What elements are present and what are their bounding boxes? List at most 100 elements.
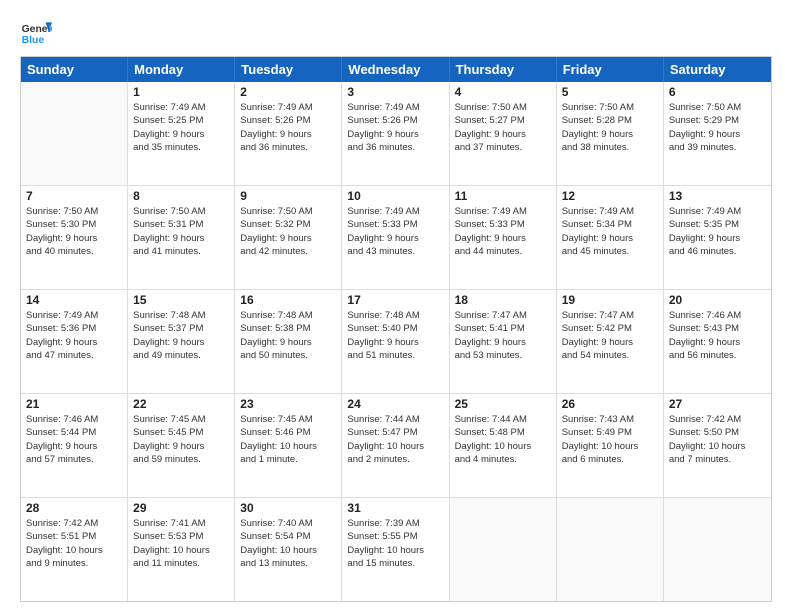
cell-info-line: Sunrise: 7:49 AM bbox=[240, 101, 336, 114]
cell-info-line: and 44 minutes. bbox=[455, 245, 551, 258]
cell-info-line: Sunset: 5:41 PM bbox=[455, 322, 551, 335]
day-number: 13 bbox=[669, 189, 766, 203]
day-cell-empty bbox=[664, 498, 771, 601]
calendar-week-1: 1Sunrise: 7:49 AMSunset: 5:25 PMDaylight… bbox=[21, 82, 771, 185]
cell-info-line: Sunrise: 7:43 AM bbox=[562, 413, 658, 426]
day-number: 26 bbox=[562, 397, 658, 411]
day-cell-4: 4Sunrise: 7:50 AMSunset: 5:27 PMDaylight… bbox=[450, 82, 557, 185]
day-number: 7 bbox=[26, 189, 122, 203]
cell-info-line: Daylight: 9 hours bbox=[347, 336, 443, 349]
cell-info-line: and 2 minutes. bbox=[347, 453, 443, 466]
cell-info-line: Sunset: 5:37 PM bbox=[133, 322, 229, 335]
cell-info-line: Sunrise: 7:45 AM bbox=[240, 413, 336, 426]
svg-text:Blue: Blue bbox=[22, 35, 45, 46]
cell-info-line: Daylight: 9 hours bbox=[26, 232, 122, 245]
day-number: 15 bbox=[133, 293, 229, 307]
day-header-sunday: Sunday bbox=[21, 57, 128, 82]
cell-info-line: Sunset: 5:32 PM bbox=[240, 218, 336, 231]
day-number: 27 bbox=[669, 397, 766, 411]
day-header-friday: Friday bbox=[557, 57, 664, 82]
cell-info-line: Sunrise: 7:50 AM bbox=[562, 101, 658, 114]
cell-info-line: Daylight: 10 hours bbox=[455, 440, 551, 453]
cell-info-line: Sunrise: 7:44 AM bbox=[455, 413, 551, 426]
cell-info-line: and 43 minutes. bbox=[347, 245, 443, 258]
cell-info-line: Sunrise: 7:47 AM bbox=[455, 309, 551, 322]
cell-info-line: Sunset: 5:51 PM bbox=[26, 530, 122, 543]
cell-info-line: Sunset: 5:28 PM bbox=[562, 114, 658, 127]
day-number: 3 bbox=[347, 85, 443, 99]
cell-info-line: Sunrise: 7:50 AM bbox=[133, 205, 229, 218]
day-number: 25 bbox=[455, 397, 551, 411]
cell-info-line: and 50 minutes. bbox=[240, 349, 336, 362]
cell-info-line: Daylight: 9 hours bbox=[669, 232, 766, 245]
day-cell-10: 10Sunrise: 7:49 AMSunset: 5:33 PMDayligh… bbox=[342, 186, 449, 289]
cell-info-line: Sunrise: 7:42 AM bbox=[26, 517, 122, 530]
cell-info-line: Sunrise: 7:49 AM bbox=[455, 205, 551, 218]
day-number: 17 bbox=[347, 293, 443, 307]
cell-info-line: and 9 minutes. bbox=[26, 557, 122, 570]
cell-info-line: Sunset: 5:50 PM bbox=[669, 426, 766, 439]
cell-info-line: Sunset: 5:27 PM bbox=[455, 114, 551, 127]
cell-info-line: Daylight: 9 hours bbox=[669, 128, 766, 141]
cell-info-line: and 7 minutes. bbox=[669, 453, 766, 466]
cell-info-line: Daylight: 10 hours bbox=[240, 544, 336, 557]
cell-info-line: Sunrise: 7:45 AM bbox=[133, 413, 229, 426]
cell-info-line: and 1 minute. bbox=[240, 453, 336, 466]
cell-info-line: Sunrise: 7:50 AM bbox=[455, 101, 551, 114]
cell-info-line: and 45 minutes. bbox=[562, 245, 658, 258]
cell-info-line: Sunrise: 7:48 AM bbox=[347, 309, 443, 322]
cell-info-line: Daylight: 10 hours bbox=[26, 544, 122, 557]
cell-info-line: Sunrise: 7:50 AM bbox=[669, 101, 766, 114]
cell-info-line: Daylight: 9 hours bbox=[669, 336, 766, 349]
day-cell-5: 5Sunrise: 7:50 AMSunset: 5:28 PMDaylight… bbox=[557, 82, 664, 185]
cell-info-line: and 41 minutes. bbox=[133, 245, 229, 258]
calendar-week-3: 14Sunrise: 7:49 AMSunset: 5:36 PMDayligh… bbox=[21, 289, 771, 393]
day-cell-21: 21Sunrise: 7:46 AMSunset: 5:44 PMDayligh… bbox=[21, 394, 128, 497]
day-cell-15: 15Sunrise: 7:48 AMSunset: 5:37 PMDayligh… bbox=[128, 290, 235, 393]
day-cell-empty bbox=[557, 498, 664, 601]
calendar-week-4: 21Sunrise: 7:46 AMSunset: 5:44 PMDayligh… bbox=[21, 393, 771, 497]
cell-info-line: Sunset: 5:30 PM bbox=[26, 218, 122, 231]
cell-info-line: Sunset: 5:33 PM bbox=[455, 218, 551, 231]
cell-info-line: and 46 minutes. bbox=[669, 245, 766, 258]
cell-info-line: and 57 minutes. bbox=[26, 453, 122, 466]
cell-info-line: Sunset: 5:43 PM bbox=[669, 322, 766, 335]
cell-info-line: Sunrise: 7:50 AM bbox=[26, 205, 122, 218]
day-cell-1: 1Sunrise: 7:49 AMSunset: 5:25 PMDaylight… bbox=[128, 82, 235, 185]
cell-info-line: and 47 minutes. bbox=[26, 349, 122, 362]
day-cell-14: 14Sunrise: 7:49 AMSunset: 5:36 PMDayligh… bbox=[21, 290, 128, 393]
cell-info-line: Sunset: 5:34 PM bbox=[562, 218, 658, 231]
cell-info-line: and 15 minutes. bbox=[347, 557, 443, 570]
cell-info-line: and 59 minutes. bbox=[133, 453, 229, 466]
cell-info-line: Daylight: 9 hours bbox=[562, 336, 658, 349]
day-number: 6 bbox=[669, 85, 766, 99]
cell-info-line: Daylight: 9 hours bbox=[347, 232, 443, 245]
day-cell-7: 7 Sunrise: 7:50 AMSunset: 5:30 PMDaylight… bbox=[21, 186, 128, 289]
cell-info-line: and 39 minutes. bbox=[669, 141, 766, 154]
cell-info-line: Daylight: 9 hours bbox=[133, 232, 229, 245]
calendar-week-2: 7Sunrise: 7:50 AMSunset: 5:30 PMDaylight… bbox=[21, 185, 771, 289]
day-cell-9: 9Sunrise: 7:50 AMSunset: 5:32 PMDaylight… bbox=[235, 186, 342, 289]
day-cell-20: 20Sunrise: 7:46 AMSunset: 5:43 PMDayligh… bbox=[664, 290, 771, 393]
page: General Blue SundayMondayTuesdayWednesda… bbox=[0, 0, 792, 612]
day-cell-11: 11Sunrise: 7:49 AMSunset: 5:33 PMDayligh… bbox=[450, 186, 557, 289]
day-number: 18 bbox=[455, 293, 551, 307]
cell-info-line: Sunset: 5:48 PM bbox=[455, 426, 551, 439]
day-header-thursday: Thursday bbox=[450, 57, 557, 82]
cell-info-line: Sunset: 5:38 PM bbox=[240, 322, 336, 335]
day-number: 10 bbox=[347, 189, 443, 203]
day-header-monday: Monday bbox=[128, 57, 235, 82]
cell-info-line: and 42 minutes. bbox=[240, 245, 336, 258]
cell-info-line: Sunset: 5:29 PM bbox=[669, 114, 766, 127]
day-number: 14 bbox=[26, 293, 122, 307]
day-cell-empty bbox=[21, 82, 128, 185]
cell-info-line: Sunset: 5:31 PM bbox=[133, 218, 229, 231]
cell-info-line: and 36 minutes. bbox=[347, 141, 443, 154]
day-number: 9 bbox=[240, 189, 336, 203]
day-cell-28: 28Sunrise: 7:42 AMSunset: 5:51 PMDayligh… bbox=[21, 498, 128, 601]
cell-info-line: Sunrise: 7:49 AM bbox=[347, 101, 443, 114]
day-number: 19 bbox=[562, 293, 658, 307]
day-cell-16: 16Sunrise: 7:48 AMSunset: 5:38 PMDayligh… bbox=[235, 290, 342, 393]
cell-info-line: Sunset: 5:54 PM bbox=[240, 530, 336, 543]
cell-info-line: Daylight: 10 hours bbox=[347, 544, 443, 557]
